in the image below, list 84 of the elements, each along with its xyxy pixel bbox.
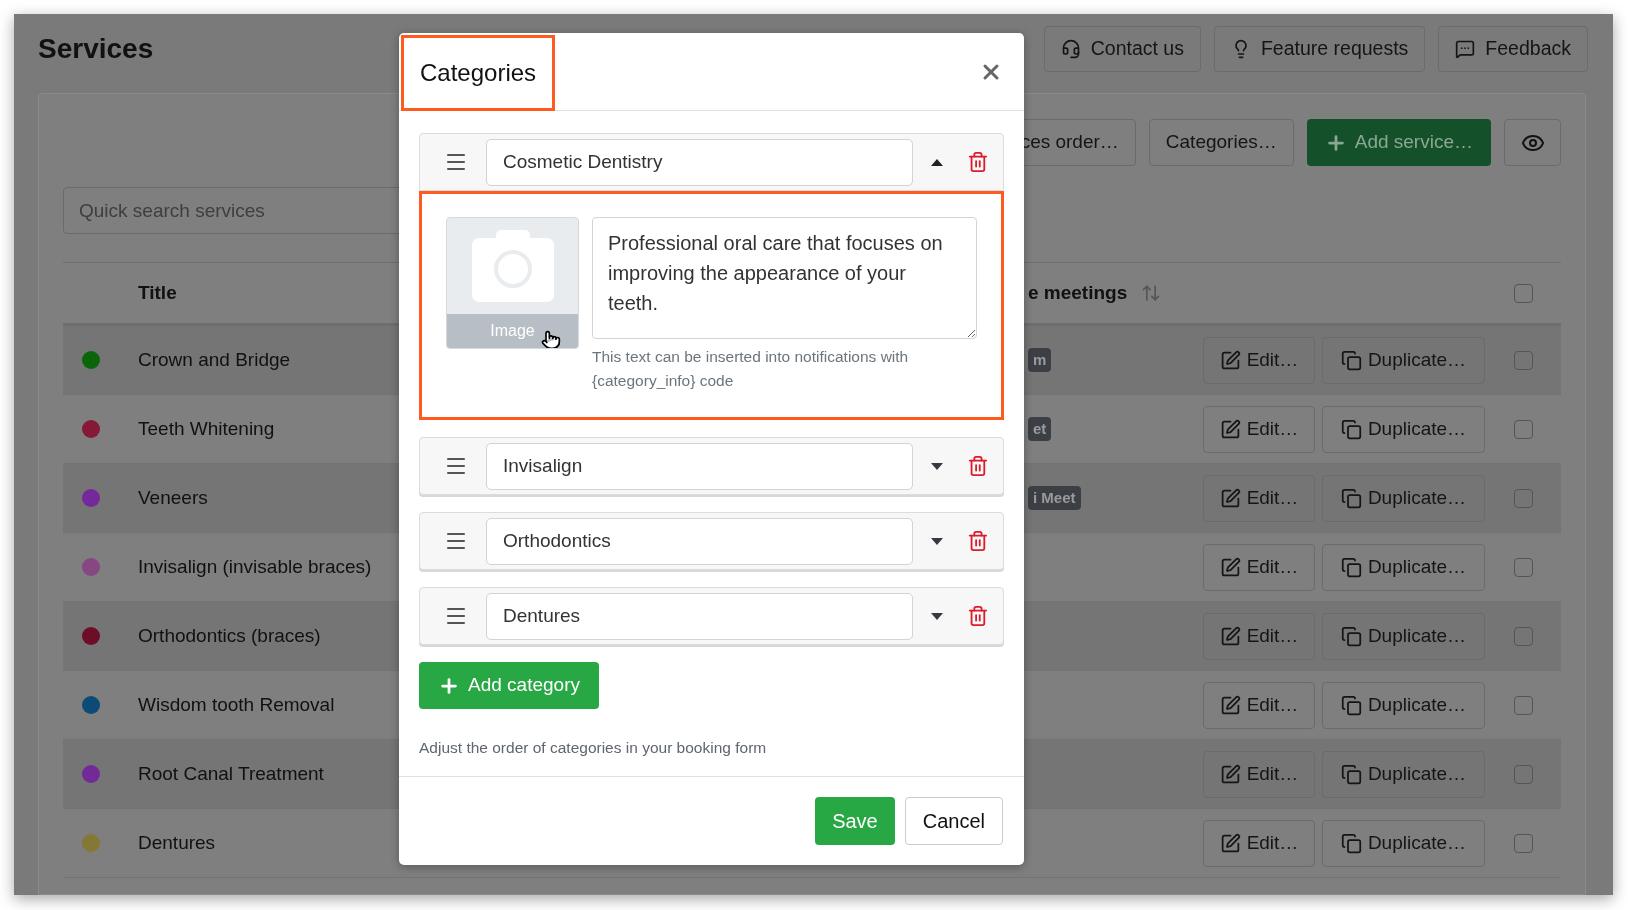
category-name-field[interactable]: Cosmetic Dentistry xyxy=(486,138,914,186)
edit-icon xyxy=(1219,625,1241,647)
order-hint: Adjust the order of categories in your booking form xyxy=(419,738,768,758)
service-title: Orthodontics (braces) xyxy=(138,624,321,646)
duplicate-button[interactable]: Duplicate… xyxy=(1322,681,1485,729)
row-checkbox[interactable] xyxy=(1513,350,1533,370)
row-checkbox[interactable] xyxy=(1513,833,1533,853)
headset-icon xyxy=(1060,39,1081,59)
service-title: Root Canal Treatment xyxy=(138,762,324,784)
row-checkbox[interactable] xyxy=(1513,626,1533,646)
edit-icon xyxy=(1219,487,1241,509)
edit-button[interactable]: Edit… xyxy=(1203,612,1315,660)
copy-icon xyxy=(1340,418,1362,440)
edit-button[interactable]: Edit… xyxy=(1203,681,1315,729)
add-service-button[interactable]: Add service… xyxy=(1306,119,1491,166)
caret-down-icon[interactable] xyxy=(931,537,944,545)
category-name-field[interactable]: Orthodontics xyxy=(486,517,914,565)
copy-icon xyxy=(1340,556,1362,578)
duplicate-button[interactable]: Duplicate… xyxy=(1322,336,1485,384)
service-title: Teeth Whitening xyxy=(138,417,275,439)
copy-icon xyxy=(1340,832,1362,854)
edit-button[interactable]: Edit… xyxy=(1203,543,1315,591)
meeting-badge: m xyxy=(1028,347,1052,373)
category-name-field[interactable]: Invisalign xyxy=(486,442,914,490)
page-title: Services xyxy=(38,32,154,66)
caret-up-icon[interactable] xyxy=(931,158,944,166)
service-title: Invisalign (invisable braces) xyxy=(138,555,372,577)
help-text: This text can be inserted into notifications with {category_info} code xyxy=(592,347,910,391)
copy-icon xyxy=(1340,625,1362,647)
service-title: Veneers xyxy=(138,486,208,508)
header-button[interactable]: Contact us xyxy=(1043,26,1201,72)
image-label: Image xyxy=(447,314,578,348)
header-button[interactable]: Feedback xyxy=(1438,26,1588,72)
duplicate-button[interactable]: Duplicate… xyxy=(1322,405,1485,453)
service-title: Wisdom tooth Removal xyxy=(138,693,335,715)
edit-button[interactable]: Edit… xyxy=(1203,819,1315,867)
edit-button[interactable]: Edit… xyxy=(1203,750,1315,798)
duplicate-button[interactable]: Duplicate… xyxy=(1322,543,1485,591)
service-title: Dentures xyxy=(138,831,216,853)
duplicate-button[interactable]: Duplicate… xyxy=(1322,750,1485,798)
chat-bubble-icon xyxy=(1455,39,1476,59)
toolbar-button[interactable]: Categories… xyxy=(1148,119,1294,166)
duplicate-button[interactable]: Duplicate… xyxy=(1322,612,1485,660)
header-button[interactable]: Feature requests xyxy=(1213,26,1426,72)
trash-icon[interactable] xyxy=(967,605,989,627)
meeting-badge: et xyxy=(1028,416,1052,442)
trash-icon[interactable] xyxy=(967,530,989,552)
row-checkbox[interactable] xyxy=(1513,557,1533,577)
category-name-field[interactable]: Dentures xyxy=(486,592,914,640)
copy-icon xyxy=(1340,694,1362,716)
caret-down-icon[interactable] xyxy=(931,462,944,470)
hand-cursor-icon xyxy=(541,330,561,348)
add-category-button[interactable]: Add category xyxy=(419,662,599,709)
edit-icon xyxy=(1219,832,1241,854)
edit-icon xyxy=(1219,694,1241,716)
edit-button[interactable]: Edit… xyxy=(1203,474,1315,522)
caret-down-icon[interactable] xyxy=(931,612,944,620)
edit-icon xyxy=(1219,418,1241,440)
edit-button[interactable]: Edit… xyxy=(1203,405,1315,453)
edit-icon xyxy=(1219,556,1241,578)
edit-icon xyxy=(1219,763,1241,785)
preview-button[interactable] xyxy=(1504,119,1561,166)
edit-icon xyxy=(1219,349,1241,371)
row-checkbox[interactable] xyxy=(1513,488,1533,508)
row-checkbox[interactable] xyxy=(1513,764,1533,784)
service-title: Crown and Bridge xyxy=(138,348,291,370)
save-button[interactable]: Save xyxy=(815,797,895,845)
dialog-title: Categories xyxy=(420,58,537,88)
duplicate-button[interactable]: Duplicate… xyxy=(1322,819,1485,867)
copy-icon xyxy=(1340,487,1362,509)
row-checkbox[interactable] xyxy=(1513,695,1533,715)
column-header: e meetings xyxy=(1028,280,1128,305)
edit-button[interactable]: Edit… xyxy=(1203,336,1315,384)
trash-icon[interactable] xyxy=(967,151,989,173)
select-all-checkbox[interactable] xyxy=(1513,283,1533,303)
column-header: Title xyxy=(138,281,177,303)
cancel-button[interactable]: Cancel xyxy=(904,797,1003,845)
meeting-badge: i Meet xyxy=(1028,485,1081,511)
trash-icon[interactable] xyxy=(967,455,989,477)
duplicate-button[interactable]: Duplicate… xyxy=(1322,474,1485,522)
copy-icon xyxy=(1340,349,1362,371)
row-checkbox[interactable] xyxy=(1513,419,1533,439)
description-field[interactable]: Professional oral care that focuses on improving the appearance of your teeth. xyxy=(592,217,977,339)
copy-icon xyxy=(1340,763,1362,785)
